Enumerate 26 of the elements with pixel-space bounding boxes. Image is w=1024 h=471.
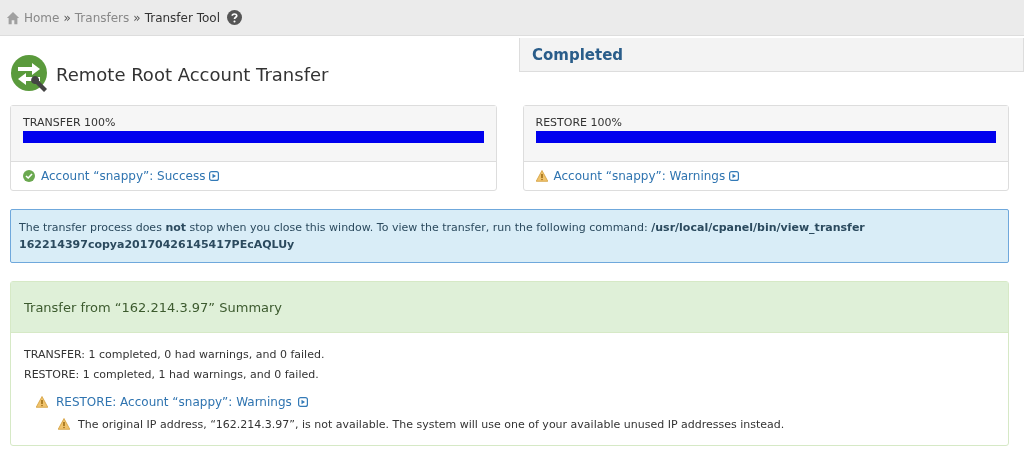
transfer-icon xyxy=(10,54,50,94)
info-text: The transfer process does not stop when you close this window. To view the transfer, run the following command: /usr/local/cpanel/bin/view_transfer 162214397copya20170426145417PEcAQLUy xyxy=(19,221,865,251)
breadcrumb-link[interactable]: Transfer Tool xyxy=(144,10,220,25)
warning-icon xyxy=(58,418,70,430)
breadcrumb-separator: » xyxy=(133,10,141,25)
play-icon[interactable] xyxy=(729,171,740,181)
summary-line: RESTORE: 1 completed, 1 had warnings, and 0 failed. xyxy=(24,367,320,383)
breadcrumb-separator: » xyxy=(63,10,71,25)
breadcrumb-link[interactable]: Home xyxy=(24,10,60,25)
warning-icon xyxy=(36,396,48,408)
summary-title: Transfer from “162.214.3.97” Summary xyxy=(24,299,283,315)
warning-message: The original IP address, “162.214.3.97”, is not available. The system will use one of your available unused IP addresses instead. xyxy=(78,417,785,431)
warning-icon xyxy=(535,170,548,182)
play-icon[interactable] xyxy=(297,397,308,407)
issue-link[interactable]: RESTORE: Account “snappy”: Warnings xyxy=(56,395,292,409)
progress-label: RESTORE 100% xyxy=(535,116,623,129)
help-icon[interactable] xyxy=(227,10,242,25)
progress-label: TRANSFER 100% xyxy=(23,116,117,129)
result-link[interactable]: Account “snappy”: Warnings xyxy=(553,169,726,183)
check-icon xyxy=(23,170,35,182)
result-link[interactable]: Account “snappy”: Success xyxy=(41,169,206,183)
breadcrumb-link[interactable]: Transfers xyxy=(74,10,130,25)
page-title: Remote Root Account Transfer xyxy=(56,63,329,85)
play-icon[interactable] xyxy=(209,171,220,181)
status-text: Completed xyxy=(532,45,624,64)
summary-line: TRANSFER: 1 completed, 0 had warnings, and 0 failed. xyxy=(24,347,326,363)
